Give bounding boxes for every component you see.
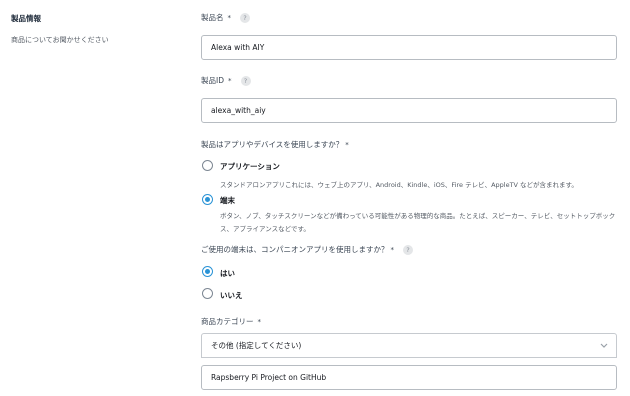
required-mark: * (227, 13, 232, 22)
product-name-label-row: 製品名 * ? (201, 12, 250, 23)
section-description: 商品についてお聞かせください (11, 36, 109, 44)
companion-app-question-row: ご使用の端末は、コンパニオンアプリを使用しますか？ * ? (201, 244, 413, 255)
help-icon[interactable]: ? (240, 75, 251, 86)
radio-device[interactable] (202, 194, 213, 205)
uses-app-question-row: 製品はアプリやデバイスを使用しますか？ * (201, 139, 349, 150)
required-mark: * (228, 76, 232, 85)
radio-device-label[interactable]: 端末 (220, 195, 235, 206)
category-select[interactable]: その他 (指定してください) (201, 333, 617, 358)
required-mark: * (345, 140, 349, 149)
help-icon[interactable]: ? (403, 244, 413, 255)
help-icon[interactable]: ? (240, 12, 250, 23)
product-id-input[interactable]: alexa_with_aiy (201, 98, 617, 123)
radio-application[interactable] (202, 160, 213, 171)
category-label: 商品カテゴリー (201, 317, 254, 326)
product-name-input[interactable]: Alexa with AIY (201, 35, 617, 60)
companion-app-question: ご使用の端末は、コンパニオンアプリを使用しますか？ (201, 245, 389, 254)
chevron-down-icon (600, 343, 608, 348)
product-name-label: 製品名 (201, 13, 224, 22)
radio-device-description: ボタン、ノブ、タッチスクリーンなどが備わっている可能性がある物理的な商品。たとえ… (220, 212, 616, 233)
radio-yes-label[interactable]: はい (220, 268, 235, 279)
uses-app-question: 製品はアプリやデバイスを使用しますか？ (201, 140, 344, 149)
radio-no[interactable] (202, 288, 213, 299)
category-select-value: その他 (指定してください) (211, 341, 302, 350)
section-title: 製品情報 (11, 14, 41, 23)
radio-application-label[interactable]: アプリケーション (220, 161, 280, 172)
product-id-label: 製品ID (201, 76, 224, 85)
category-other-input[interactable]: Rapsberry Pi Project on GitHub (201, 365, 617, 390)
required-mark: * (257, 317, 262, 326)
category-label-row: 商品カテゴリー * (201, 316, 261, 327)
radio-yes[interactable] (202, 266, 213, 277)
product-id-label-row: 製品ID * ? (201, 75, 251, 86)
required-mark: * (390, 245, 395, 254)
radio-no-label[interactable]: いいえ (220, 290, 243, 301)
radio-application-description: スタンドアロンアプリこれには、ウェブ上のアプリ、Android、Kindle、i… (220, 181, 578, 189)
